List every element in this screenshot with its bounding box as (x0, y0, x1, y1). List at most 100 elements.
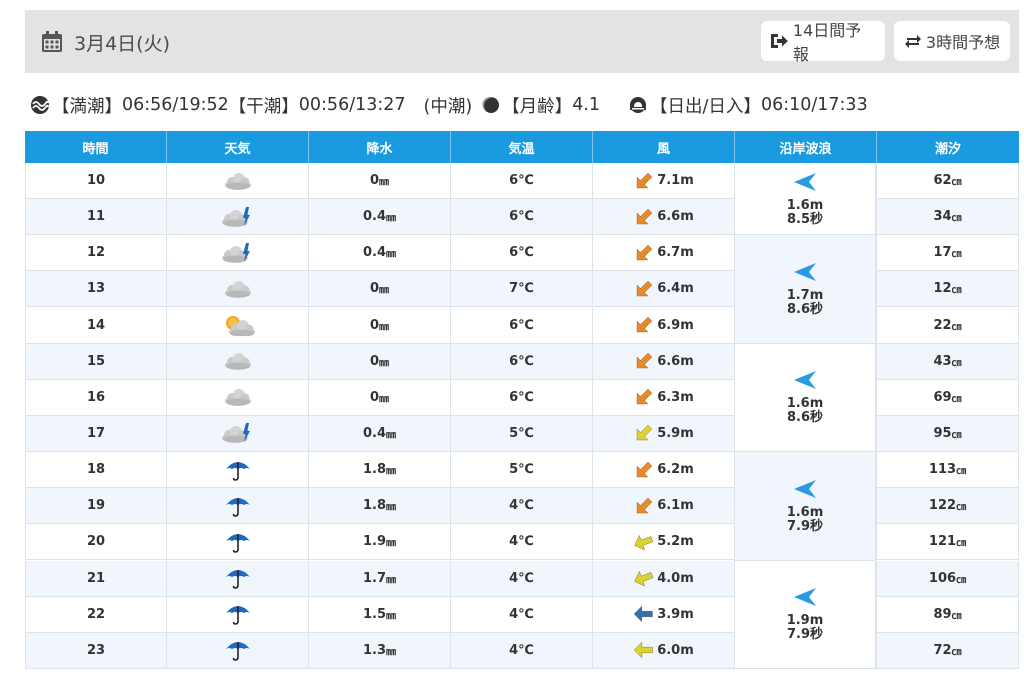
precip-value: 0.4 (362, 425, 387, 441)
wave-period: 8.6秒 (786, 410, 824, 426)
precip-unit: ㎜ (379, 357, 390, 369)
temp-cell: 6℃ (451, 307, 593, 343)
hour-value: 23 (86, 642, 106, 658)
wave-height: 1.6m (786, 197, 824, 213)
wind-arrow-west-icon (633, 640, 657, 660)
precip-unit: ㎜ (379, 285, 390, 297)
wind-speed: 6.6m (657, 353, 694, 369)
precip-value: 0 (369, 281, 380, 297)
umbrella-icon (224, 458, 252, 482)
wind-speed: 6.0m (657, 642, 694, 658)
hour-cell: 14 (25, 307, 167, 343)
tide-value: 122 (928, 498, 957, 514)
wind-cell: 3.9m (593, 596, 735, 632)
tide-cell: 121 ㎝ (877, 524, 1019, 560)
tide-cell: 106 ㎝ (877, 560, 1019, 596)
tide-value: 12 (933, 281, 952, 297)
col-header-tide: 潮汐 (934, 141, 961, 157)
precip-unit: ㎜ (386, 502, 397, 514)
table-header: 時間 天気 降水 気温 風 沿岸波浪 潮汐 (25, 131, 1019, 163)
weather-cell (167, 379, 309, 415)
temp-cell: 6℃ (451, 343, 593, 379)
tide-value: 17 (933, 245, 952, 261)
sunrise-icon (630, 97, 647, 113)
temp-value: 6℃ (509, 245, 534, 261)
moon-age-value: 4.1 (572, 95, 601, 115)
temp-value: 4℃ (509, 642, 534, 658)
precip-value: 0 (369, 389, 380, 405)
wave-direction-arrow-icon (794, 262, 816, 281)
date-display: 3月4日(火) (40, 26, 170, 58)
wind-speed: 5.2m (657, 534, 694, 550)
wind-arrow-southwest-icon (633, 207, 657, 227)
weather-cell (167, 163, 309, 198)
hour-value: 10 (86, 173, 106, 188)
wind-speed: 4.0m (657, 570, 694, 586)
temp-cell: 4℃ (451, 524, 593, 560)
tide-unit: ㎝ (951, 357, 962, 369)
weather-cell (167, 415, 309, 451)
temp-value: 4℃ (509, 534, 534, 550)
precip-value: 1.3 (362, 642, 387, 658)
weather-cell (167, 235, 309, 271)
cloudy-icon (220, 350, 256, 372)
hour-value: 18 (86, 462, 106, 478)
tide-cell: 95 ㎝ (877, 415, 1019, 451)
cloud-rain-icon (220, 421, 256, 445)
forecast-14day-button[interactable]: 14日間予報 (761, 21, 885, 64)
col-header-wave: 沿岸波浪 (735, 131, 877, 163)
temp-cell: 6℃ (451, 163, 593, 198)
temp-value: 4℃ (509, 570, 534, 586)
temp-value: 5℃ (509, 425, 534, 441)
precip-cell: 0 ㎜ (309, 379, 451, 415)
sun-cloud-icon (220, 314, 256, 337)
precip-unit: ㎜ (386, 538, 397, 550)
precip-cell: 0.4 ㎜ (309, 199, 451, 235)
tide-unit: ㎝ (951, 213, 962, 225)
wind-cell: 6.1m (593, 488, 735, 524)
high-tide-label: 【満潮】 (52, 96, 122, 117)
table-body: 10 0 ㎜ 6℃ 7.1m 62 ㎝ 11 0.4 ㎜ 6℃ 6.6m 34 ㎝ 12 0.4 ㎜ 6℃ 6.7m… (25, 163, 1019, 669)
precip-cell: 1.8 ㎜ (309, 452, 451, 488)
weather-cell (167, 307, 309, 343)
weather-cell (167, 199, 309, 235)
hour-cell: 11 (25, 199, 167, 235)
col-header-wind: 風 (593, 131, 735, 163)
tide-unit: ㎝ (951, 646, 962, 658)
umbrella-icon (224, 494, 252, 518)
temp-cell: 6℃ (451, 235, 593, 271)
weather-cell (167, 632, 309, 668)
wind-cell: 6.7m (593, 235, 735, 271)
tide-value: 72 (933, 642, 952, 658)
wind-speed: 6.2m (657, 462, 694, 478)
precip-cell: 0 ㎜ (309, 163, 451, 198)
forecast-3hour-button[interactable]: 3時間予想 (894, 21, 1010, 61)
temp-value: 4℃ (509, 498, 534, 514)
hour-cell: 22 (25, 596, 167, 632)
wave-direction-arrow-icon (794, 479, 816, 498)
tide-unit: ㎝ (951, 393, 962, 405)
wind-cell: 6.4m (593, 271, 735, 307)
precip-value: 0 (369, 173, 380, 188)
hour-value: 19 (86, 498, 106, 514)
tide-cell: 113 ㎝ (877, 452, 1019, 488)
wind-arrow-southwest-icon (633, 460, 657, 480)
hour-value: 16 (86, 389, 106, 405)
wind-cell: 5.9m (593, 415, 735, 451)
precip-cell: 0 ㎜ (309, 271, 451, 307)
tide-cell: 34 ㎝ (877, 199, 1019, 235)
wind-cell: 4.0m (593, 560, 735, 596)
wind-speed: 6.4m (657, 281, 694, 297)
wind-arrow-southwest-icon (633, 315, 657, 335)
cloudy-icon (220, 386, 256, 408)
hour-value: 14 (86, 317, 106, 333)
tide-unit: ㎝ (956, 574, 967, 586)
wind-speed: 6.9m (657, 317, 694, 333)
weather-cell (167, 560, 309, 596)
precip-value: 1.7 (362, 570, 387, 586)
wind-speed: 6.1m (657, 498, 694, 514)
temp-cell: 4℃ (451, 488, 593, 524)
moon-age-label: 【月齢】 (502, 96, 573, 117)
hour-value: 21 (86, 570, 106, 586)
precip-unit: ㎜ (379, 177, 390, 188)
